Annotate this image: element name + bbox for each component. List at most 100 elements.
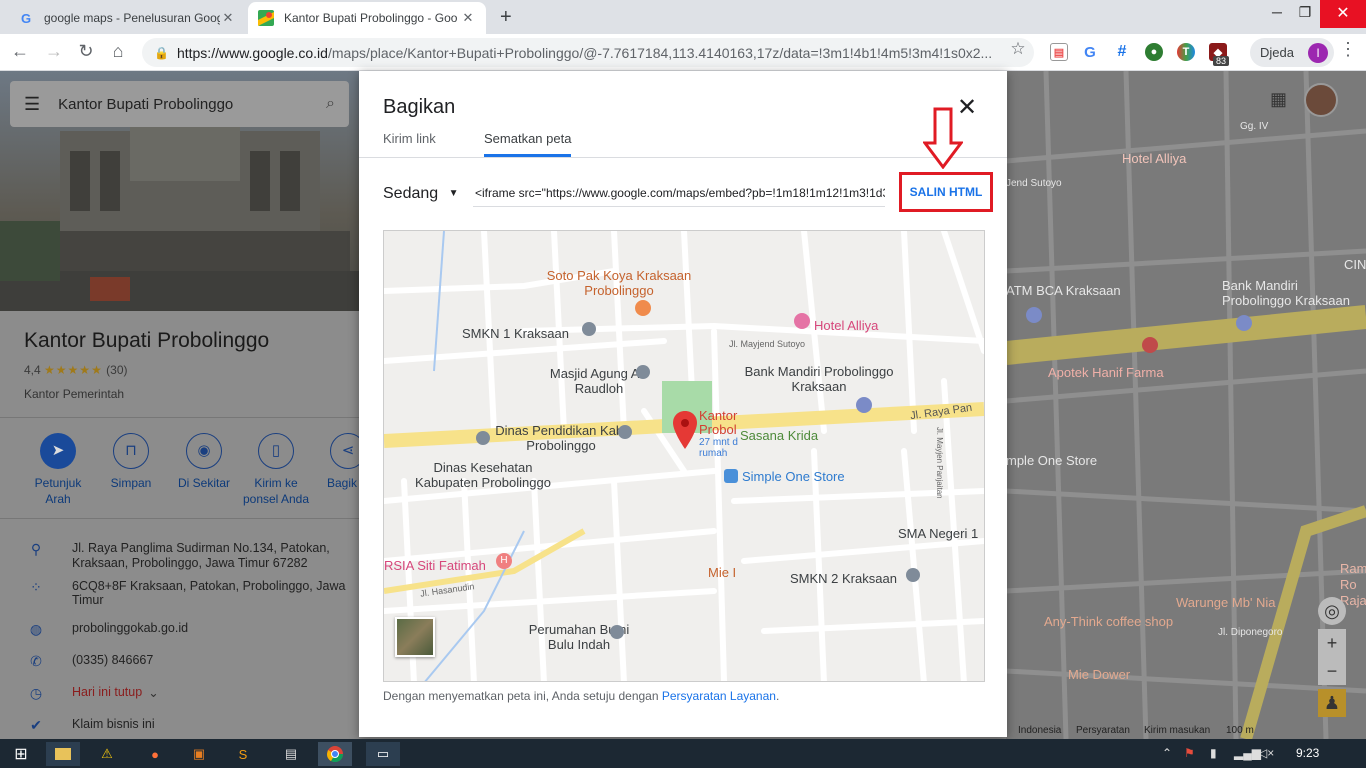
directions-button[interactable]: ➤ Petunjuk Arah <box>23 433 93 507</box>
signal-icon[interactable]: ▂▄▆ <box>1234 746 1261 760</box>
profile-button[interactable]: Djeda I <box>1250 38 1334 67</box>
address-bar[interactable]: 🔒 https://www.google.co.id/maps/place/Ka… <box>142 38 1034 67</box>
travel-time-label[interactable]: 27 mnt d rumah <box>699 437 739 459</box>
hamburger-menu-icon[interactable]: ☰ <box>24 94 40 115</box>
search-input[interactable]: Kantor Bupati Probolinggo <box>58 96 326 113</box>
poi-label-smkn2[interactable]: SMKN 2 Kraksaan <box>790 571 897 586</box>
new-tab-icon[interactable]: + <box>500 6 512 29</box>
window-close-icon[interactable]: ✕ <box>1320 0 1366 28</box>
reload-icon[interactable]: ↻ <box>74 41 98 62</box>
save-button[interactable]: ⊓ Simpan <box>96 433 166 491</box>
attribution-country[interactable]: Indonesia <box>1018 725 1061 736</box>
bg-label-rame[interactable]: Rame Ro Rajanya <box>1340 561 1366 609</box>
tray-up-icon[interactable]: ⌃ <box>1162 746 1172 760</box>
my-location-icon[interactable]: ◎ <box>1318 597 1346 625</box>
claim-row[interactable]: ✔ Klaim bisnis ini <box>24 717 354 734</box>
bg-label-atm[interactable]: ATM BCA Kraksaan <box>1006 283 1121 298</box>
poi-label-sma[interactable]: SMA Negeri 1 <box>898 526 978 541</box>
scale-label[interactable]: 100 m <box>1226 725 1254 736</box>
poi-label-simple[interactable]: Simple One Store <box>742 469 845 484</box>
housing-pin-icon[interactable] <box>610 625 624 639</box>
search-box[interactable]: ☰ Kantor Bupati Probolinggo ⌕ <box>10 81 349 127</box>
tab-google-maps[interactable]: Kantor Bupati Probolinggo - Goo ✕ <box>248 2 486 34</box>
attribution-terms[interactable]: Persyaratan <box>1076 725 1130 736</box>
phone-row[interactable]: ✆ (0335) 846667 <box>24 653 354 670</box>
poi-label-smkn1[interactable]: SMKN 1 Kraksaan <box>462 326 569 341</box>
size-dropdown[interactable]: Sedang ▼ <box>383 185 459 203</box>
address-row[interactable]: ⚲ Jl. Raya Panglima Sudirman No.134, Pat… <box>24 541 354 571</box>
hotel-pin-icon[interactable] <box>794 313 810 329</box>
restaurant-pin-icon[interactable] <box>635 300 651 316</box>
extension-color-icon[interactable]: T <box>1177 43 1195 61</box>
mosque-pin-icon[interactable] <box>636 365 650 379</box>
pharmacy-pin-icon[interactable] <box>1142 337 1158 353</box>
windows-start-icon[interactable]: ⊞ <box>4 742 38 766</box>
poi-label-soto[interactable]: Soto Pak Koya Kraksaan Probolinggo <box>524 268 714 298</box>
battery-icon[interactable]: ▮ <box>1210 746 1217 760</box>
menu-kebab-icon[interactable]: ⋮ <box>1336 39 1360 60</box>
school-pin-icon[interactable] <box>582 322 596 336</box>
zoom-out-icon[interactable]: − <box>1318 657 1346 685</box>
bg-label-simple[interactable]: mple One Store <box>1006 453 1097 468</box>
poi-label-dinas-pendidikan[interactable]: Dinas Pendidikan Kab. Probolinggo <box>486 423 636 453</box>
poi-label-sasana[interactable]: Sasana Krida <box>740 428 818 443</box>
firefox-icon[interactable]: ● <box>138 742 172 766</box>
app-triangle-icon[interactable]: ⚠ <box>90 742 124 766</box>
selected-place-label[interactable]: Kantor Probol <box>699 409 739 437</box>
hours-row[interactable]: ◷ Hari ini tutup ⌄ <box>24 685 354 702</box>
apps-grid-icon[interactable]: ▦ <box>1270 89 1287 110</box>
poi-label-mie[interactable]: Mie I <box>708 565 736 580</box>
tab-embed-map[interactable]: Sematkan peta <box>484 131 572 157</box>
background-map[interactable]: Hotel Alliya Gg. IV Jend Sutoyo CINT ATM… <box>1006 71 1366 739</box>
bg-label-apotek[interactable]: Apotek Hanif Farma <box>1048 365 1164 380</box>
atm-pin-icon[interactable] <box>1026 307 1042 323</box>
file-explorer-icon[interactable] <box>46 742 80 766</box>
office-pin-icon[interactable] <box>476 431 490 445</box>
bookmark-star-icon[interactable]: ☆ <box>1006 39 1030 59</box>
clock[interactable]: 9:23 <box>1296 746 1319 760</box>
bank-pin-icon[interactable] <box>1236 315 1252 331</box>
satellite-toggle[interactable] <box>395 617 435 657</box>
restore-icon[interactable]: ❐ <box>1290 4 1320 21</box>
place-rating[interactable]: 4,4 ★★★★★ (30) <box>24 363 128 377</box>
close-tab-icon[interactable]: ✕ <box>220 10 236 26</box>
zoom-in-icon[interactable]: + <box>1318 629 1346 657</box>
volume-muted-icon[interactable]: ◁× <box>1258 746 1274 760</box>
place-category[interactable]: Kantor Pemerintah <box>24 387 124 401</box>
nearby-button[interactable]: ◉ Di Sekitar <box>169 433 239 491</box>
school-pin-icon[interactable] <box>906 568 920 582</box>
terms-link[interactable]: Persyaratan Layanan <box>662 689 776 703</box>
send-to-phone-button[interactable]: ▯ Kirim ke ponsel Anda <box>241 433 311 507</box>
pluscode-row[interactable]: ⁘ 6CQ8+8F Kraksaan, Patokan, Probolinggo… <box>24 579 354 607</box>
notepad-icon[interactable]: ▤ <box>274 742 308 766</box>
attribution-feedback[interactable]: Kirim masukan <box>1144 725 1210 736</box>
home-icon[interactable]: ⌂ <box>106 41 130 62</box>
app-window-icon[interactable]: ▭ <box>366 742 400 766</box>
poi-label-hotel[interactable]: Hotel Alliya <box>814 318 878 333</box>
bank-pin-icon[interactable] <box>856 397 872 413</box>
extension-notes-icon[interactable]: ▤ <box>1050 43 1068 61</box>
extension-globe-icon[interactable]: ● <box>1145 43 1163 61</box>
forward-icon[interactable]: → <box>42 41 66 62</box>
copy-html-button[interactable]: SALIN HTML <box>899 172 993 212</box>
poi-label-dinas-kesehatan[interactable]: Dinas Kesehatan Kabupaten Probolinggo <box>408 460 558 490</box>
sublime-icon[interactable]: S <box>226 742 260 766</box>
review-count[interactable]: (30) <box>106 363 127 377</box>
embed-code-field[interactable]: <iframe src="https://www.google.com/maps… <box>473 181 885 207</box>
shop-pin-icon[interactable] <box>724 469 738 483</box>
poi-label-bank[interactable]: Bank Mandiri Probolinggo Kraksaan <box>744 364 894 394</box>
bg-label-bank[interactable]: Bank Mandiri Probolinggo Kraksaan <box>1222 278 1362 308</box>
extension-grid-icon[interactable]: # <box>1113 43 1131 61</box>
bg-label-hotel[interactable]: Hotel Alliya <box>1122 151 1186 166</box>
app-box-icon[interactable]: ▣ <box>182 742 216 766</box>
share-button[interactable]: ⋖ Bagik <box>314 433 359 491</box>
hospital-pin-icon[interactable]: H <box>496 553 512 569</box>
minimize-icon[interactable]: ─ <box>1262 4 1292 20</box>
close-tab-icon[interactable]: ✕ <box>460 10 476 26</box>
embed-map-preview[interactable]: Soto Pak Koya Kraksaan Probolinggo SMKN … <box>383 230 985 682</box>
bg-label-anythink[interactable]: Any-Think coffee shop <box>1044 614 1173 629</box>
extension-google-icon[interactable]: G <box>1081 43 1099 61</box>
poi-label-rsia[interactable]: RSIA Siti Fatimah <box>384 558 486 573</box>
back-icon[interactable]: ← <box>8 41 32 62</box>
bg-label-warunge[interactable]: Warunge Mb' Nia <box>1176 595 1276 610</box>
